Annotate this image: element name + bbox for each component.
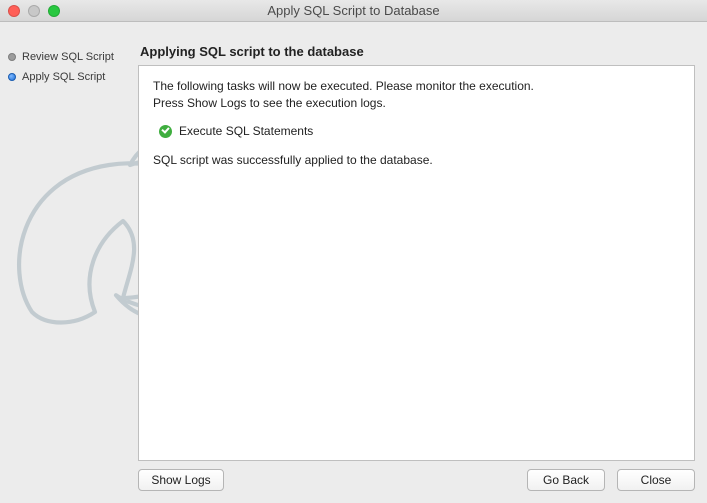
step-active-icon (8, 73, 16, 81)
close-button[interactable]: Close (617, 469, 695, 491)
wizard-steps-sidebar: Review SQL Script Apply SQL Script (0, 22, 138, 503)
step-review-sql-script: Review SQL Script (0, 47, 138, 67)
minimize-window-icon (28, 5, 40, 17)
window-title: Apply SQL Script to Database (0, 3, 707, 18)
log-panel: The following tasks will now be executed… (138, 65, 695, 461)
intro-text-2: Press Show Logs to see the execution log… (153, 95, 680, 112)
close-window-icon[interactable] (8, 5, 20, 17)
intro-text-1: The following tasks will now be executed… (153, 78, 680, 95)
result-message: SQL script was successfully applied to t… (153, 152, 680, 169)
step-done-icon (8, 53, 16, 61)
go-back-button[interactable]: Go Back (527, 469, 605, 491)
task-row: Execute SQL Statements (159, 123, 680, 140)
step-label: Apply SQL Script (22, 71, 105, 83)
page-heading: Applying SQL script to the database (140, 44, 695, 59)
check-success-icon (159, 125, 172, 138)
button-row: Show Logs Go Back Close (138, 469, 695, 491)
show-logs-button[interactable]: Show Logs (138, 469, 224, 491)
step-label: Review SQL Script (22, 51, 114, 63)
task-label: Execute SQL Statements (179, 123, 313, 140)
titlebar: Apply SQL Script to Database (0, 0, 707, 22)
step-apply-sql-script: Apply SQL Script (0, 67, 138, 87)
window-controls (0, 5, 60, 17)
zoom-window-icon[interactable] (48, 5, 60, 17)
